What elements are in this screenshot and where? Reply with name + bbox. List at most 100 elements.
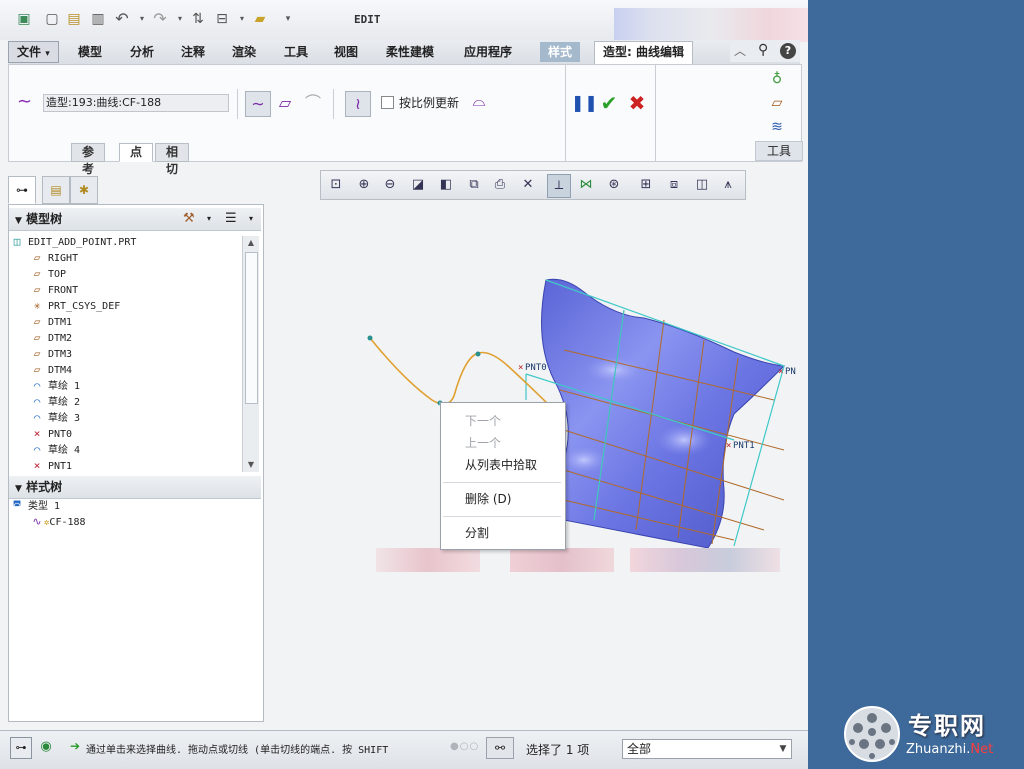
redo-dropdown-icon[interactable]: ▾ bbox=[172, 11, 188, 27]
curve-options-button[interactable]: ⌓ bbox=[467, 89, 491, 113]
csys-display-icon[interactable]: ⊞ bbox=[635, 174, 657, 196]
saved-orientations-icon[interactable]: ⧉ bbox=[463, 174, 485, 196]
tree-item[interactable]: × PNT0 bbox=[10, 426, 242, 442]
show-dropdown-icon[interactable]: ▾ bbox=[249, 208, 253, 230]
display-style-icon[interactable]: ◧ bbox=[435, 174, 457, 196]
tree-item[interactable]: ▱ DTM4 bbox=[10, 362, 242, 378]
redo-icon[interactable]: ↷ bbox=[152, 11, 168, 27]
customize-toolbar-icon[interactable]: ▾ bbox=[280, 11, 296, 27]
menu-item-pick-from-list[interactable]: 从列表中拾取 bbox=[465, 455, 537, 475]
subtab-references[interactable]: 参考 bbox=[71, 143, 106, 176]
selection-filter-select[interactable]: 全部 ▼ bbox=[622, 739, 792, 759]
axis-display-icon[interactable]: ⋈ bbox=[575, 174, 597, 196]
tab-applications[interactable]: 应用程序 bbox=[456, 42, 520, 62]
save-icon[interactable]: ▥ bbox=[90, 11, 106, 27]
tree-item[interactable]: ▱ DTM1 bbox=[10, 314, 242, 330]
undo-dropdown-icon[interactable]: ▾ bbox=[134, 11, 150, 27]
cancel-icon[interactable]: ✖ bbox=[625, 91, 649, 115]
tree-item[interactable]: ✳ PRT_CSYS_DEF bbox=[10, 298, 242, 314]
tab-analysis[interactable]: 分析 bbox=[122, 42, 162, 62]
repaint-icon[interactable]: ◪ bbox=[407, 174, 429, 196]
refit-icon[interactable]: ⊡ bbox=[325, 174, 347, 196]
navigator-toggle-icon[interactable]: ⊶ bbox=[10, 737, 32, 759]
undo-icon[interactable]: ↶ bbox=[114, 11, 130, 27]
tree-item[interactable]: ⌒ 草绘 3 bbox=[10, 410, 242, 426]
planar-curve-button[interactable]: ⏥ bbox=[273, 91, 297, 115]
list-item[interactable]: ◚ 类型 1 bbox=[10, 498, 250, 514]
menu-item-previous[interactable]: 上一个 bbox=[465, 433, 501, 453]
minimize-ribbon-icon[interactable]: ︿ bbox=[734, 42, 746, 59]
tab-tools[interactable]: 工具 bbox=[276, 42, 316, 62]
app-logo-icon[interactable]: ▣ bbox=[16, 11, 32, 27]
favorites-tab-icon[interactable]: ✱ bbox=[70, 176, 98, 204]
mouse-icon[interactable]: ♁ bbox=[765, 67, 789, 91]
list-item[interactable]: ∿ ✲CF-188 bbox=[10, 514, 250, 530]
tree-item[interactable]: ⌒ 草绘 2 bbox=[10, 394, 242, 410]
regenerate-icon[interactable]: ⇅ bbox=[190, 11, 206, 27]
menu-item-delete[interactable]: 删除 (D) bbox=[465, 489, 511, 509]
search-icon[interactable]: ⚲ bbox=[758, 42, 768, 58]
tree-item[interactable]: ▱ DTM2 bbox=[10, 330, 242, 346]
tab-file[interactable]: 文件 ▾ bbox=[8, 41, 59, 63]
surface-icon[interactable]: ≋ bbox=[765, 115, 789, 139]
tab-render[interactable]: 渲染 bbox=[224, 42, 264, 62]
point-display-icon[interactable]: ⊛ bbox=[603, 174, 625, 196]
window-dropdown-icon[interactable]: ▾ bbox=[234, 11, 250, 27]
curve-endpoint[interactable] bbox=[367, 335, 373, 341]
folder-browser-tab-icon[interactable]: ▤ bbox=[42, 176, 70, 204]
scroll-up-icon[interactable]: ▲ bbox=[243, 236, 259, 250]
curve-point[interactable] bbox=[475, 351, 481, 357]
annotation-display-icon[interactable]: ⧈ bbox=[663, 174, 685, 196]
model-tree-header[interactable]: ▼ 模型树 ⚒ ▾ ☰ ▾ bbox=[9, 208, 261, 231]
tab-view[interactable]: 视图 bbox=[326, 42, 366, 62]
pause-icon[interactable]: ❚❚ bbox=[571, 91, 598, 115]
collapse-icon[interactable]: ▼ bbox=[9, 484, 22, 494]
tools-group-label[interactable]: 工具 bbox=[755, 141, 803, 161]
open-file-icon[interactable]: ▤ bbox=[66, 11, 82, 27]
zoom-out-icon[interactable]: ⊖ bbox=[379, 174, 401, 196]
scroll-down-icon[interactable]: ▼ bbox=[243, 458, 259, 472]
help-icon[interactable]: ? bbox=[780, 43, 796, 59]
orient-mode-icon[interactable]: ⩚ bbox=[717, 174, 739, 196]
accept-icon[interactable]: ✔ bbox=[597, 91, 621, 115]
tree-item[interactable]: ⌒ 草绘 4 bbox=[10, 442, 242, 458]
menu-item-split[interactable]: 分割 bbox=[465, 523, 489, 543]
subtab-tangent[interactable]: 相切 bbox=[155, 143, 190, 176]
new-file-icon[interactable]: ▢ bbox=[44, 11, 60, 27]
tree-item[interactable]: ⌒ 草绘 1 bbox=[10, 378, 242, 394]
tree-item[interactable]: ▱ RIGHT bbox=[10, 250, 242, 266]
close-folder-icon[interactable]: ▰ bbox=[252, 11, 268, 27]
tab-flexible-modeling[interactable]: 柔性建模 bbox=[378, 42, 442, 62]
view-manager-icon[interactable]: ⎙ bbox=[489, 174, 511, 196]
tab-annotate[interactable]: 注释 bbox=[173, 42, 213, 62]
style-tree-header[interactable]: ▼ 样式树 bbox=[9, 476, 261, 499]
cos-curve-button[interactable]: ⌒ bbox=[301, 91, 325, 115]
subtab-points[interactable]: 点 bbox=[119, 143, 154, 162]
settings-icon[interactable]: ⚒ bbox=[183, 208, 195, 230]
window-icon[interactable]: ⊟ bbox=[214, 11, 230, 27]
tab-style[interactable]: 样式 bbox=[540, 42, 581, 62]
curvature-plot-button[interactable]: ≀ bbox=[345, 91, 371, 117]
plane-icon[interactable]: ▱ bbox=[765, 91, 789, 115]
tree-item[interactable]: ▱ FRONT bbox=[10, 282, 242, 298]
model-tree-tab-icon[interactable]: ⊶ bbox=[8, 176, 36, 204]
browser-toggle-icon[interactable]: ◉ bbox=[36, 737, 56, 757]
freeform-surface[interactable] bbox=[541, 278, 786, 549]
plane-display-icon[interactable]: ⟂ bbox=[547, 174, 571, 198]
free-curve-button[interactable]: ∼ bbox=[245, 91, 271, 117]
tab-model[interactable]: 模型 bbox=[70, 42, 110, 62]
settings-dropdown-icon[interactable]: ▾ bbox=[207, 208, 211, 230]
model-tree-scrollbar[interactable]: ▲ ▼ bbox=[242, 236, 259, 472]
scroll-thumb[interactable] bbox=[245, 252, 258, 404]
tab-curve-edit[interactable]: 造型: 曲线编辑 bbox=[594, 41, 693, 64]
tree-item[interactable]: ◫ EDIT_ADD_POINT.PRT bbox=[10, 234, 242, 250]
tree-item[interactable]: ▱ TOP bbox=[10, 266, 242, 282]
show-icon[interactable]: ☰ bbox=[225, 208, 237, 230]
curve-name-field[interactable]: 造型:193:曲线:CF-188 bbox=[43, 94, 229, 112]
proportional-update-checkbox[interactable] bbox=[381, 96, 394, 109]
zoom-in-icon[interactable]: ⊕ bbox=[353, 174, 375, 196]
perspective-icon[interactable]: ✕ bbox=[517, 174, 539, 196]
collapse-icon[interactable]: ▼ bbox=[9, 216, 22, 226]
menu-item-next[interactable]: 下一个 bbox=[465, 411, 501, 431]
find-icon[interactable]: ⚯ bbox=[486, 737, 514, 759]
